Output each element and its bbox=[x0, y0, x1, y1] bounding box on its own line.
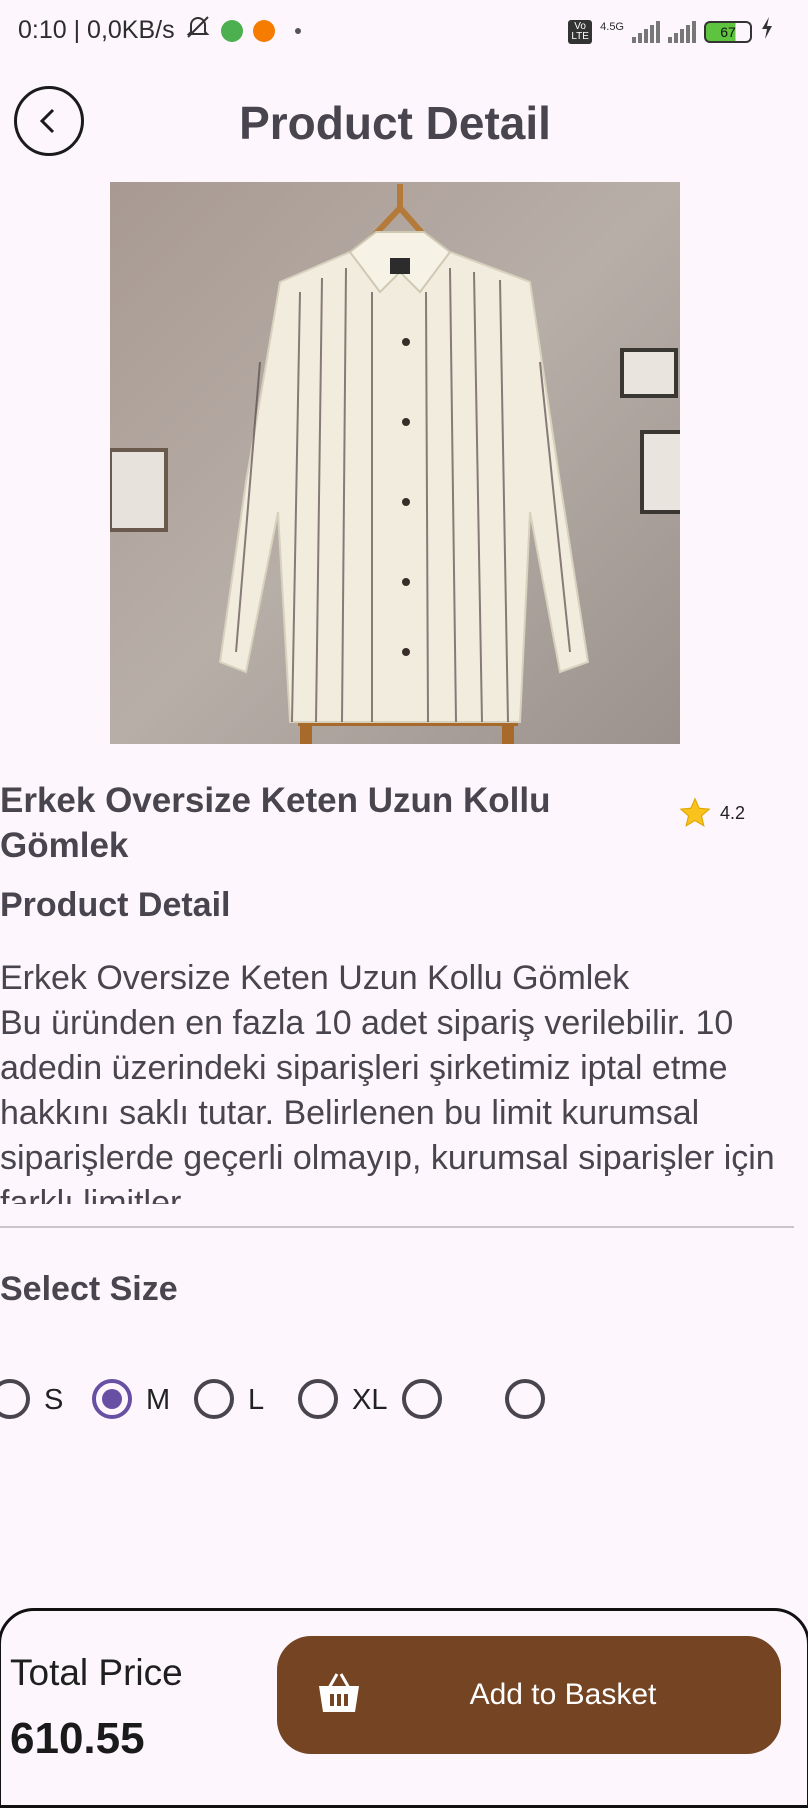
signal-icon bbox=[632, 20, 660, 43]
size-radio-m[interactable] bbox=[92, 1379, 132, 1419]
rating: 4.2 bbox=[678, 796, 745, 830]
total-price-label: Total Price bbox=[10, 1652, 183, 1693]
product-description: Erkek Oversize Keten Uzun Kollu Gömlek B… bbox=[0, 959, 775, 1204]
size-label-m: M bbox=[146, 1384, 171, 1416]
size-label-xl: XL bbox=[352, 1384, 388, 1416]
product-image[interactable] bbox=[110, 182, 680, 744]
mute-icon bbox=[185, 14, 211, 47]
divider bbox=[0, 1226, 794, 1228]
status-time: 0:10 | 0,0KB/s bbox=[18, 16, 175, 44]
size-radio-l[interactable] bbox=[194, 1379, 234, 1419]
star-icon bbox=[679, 797, 711, 827]
size-label-l: L bbox=[248, 1384, 265, 1416]
select-size-heading: Select Size bbox=[0, 1270, 178, 1308]
app-notification-icon bbox=[220, 19, 243, 42]
size-radio-6[interactable] bbox=[505, 1379, 545, 1419]
more-notifications-icon bbox=[294, 27, 301, 34]
status-left: 0:10 | 0,0KB/s bbox=[18, 14, 301, 47]
network-type: 4.5G bbox=[600, 20, 624, 33]
add-to-basket-button[interactable]: Add to Basket bbox=[277, 1636, 781, 1754]
volte-icon: Vo LTE bbox=[568, 19, 593, 44]
charging-icon bbox=[760, 16, 774, 47]
size-radio-s[interactable] bbox=[0, 1379, 30, 1419]
battery-icon: 67 bbox=[704, 20, 752, 43]
status-right: Vo LTE 4.5G 67 bbox=[568, 16, 774, 47]
size-radio-xl[interactable] bbox=[298, 1379, 338, 1419]
page-title: Product Detail bbox=[239, 97, 551, 149]
size-radio-5[interactable] bbox=[402, 1379, 442, 1419]
status-bar: 0:10 | 0,0KB/s Vo LTE 4.5G 67 bbox=[0, 0, 808, 62]
product-detail-heading: Product Detail bbox=[0, 886, 231, 924]
product-name: Erkek Oversize Keten Uzun Kollu Gömlek bbox=[0, 781, 551, 865]
add-to-basket-label: Add to Basket bbox=[469, 1678, 657, 1711]
app-notification-icon bbox=[252, 19, 275, 42]
signal-icon bbox=[668, 20, 696, 43]
rating-value: 4.2 bbox=[720, 802, 746, 823]
size-radio-group: S M L XL bbox=[0, 1376, 808, 1426]
total-price-value: 610.55 bbox=[10, 1714, 145, 1763]
size-label-s: S bbox=[44, 1384, 64, 1416]
